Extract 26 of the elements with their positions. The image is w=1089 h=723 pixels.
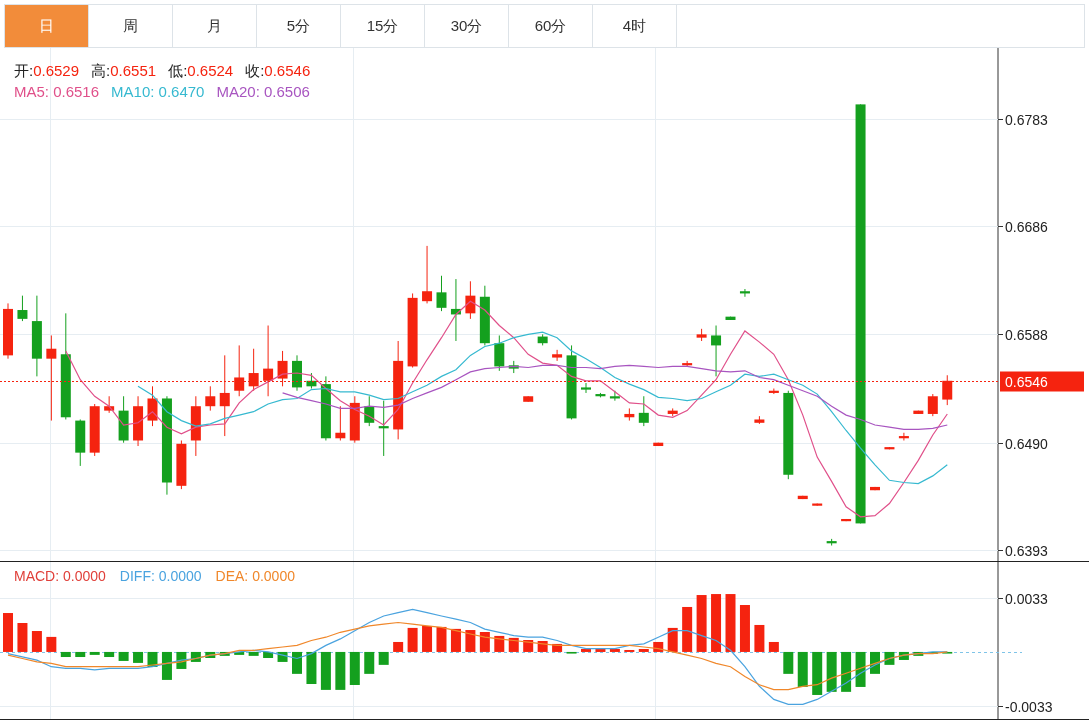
legend-value: : 0.6470	[150, 82, 205, 102]
last-price-tag: 0.6546	[1000, 371, 1084, 392]
legend-value: : 0.6516	[44, 82, 100, 102]
legend-label: 低:	[168, 61, 188, 81]
axis-label: 0.6783	[1005, 111, 1048, 128]
legend-label: MA20	[216, 82, 256, 102]
legend-value: : 0.6506	[255, 82, 310, 102]
axis-label: 0.0033	[1005, 590, 1048, 607]
axis-label: 0.6588	[1005, 326, 1048, 343]
legend-value: 0.6551	[110, 61, 157, 81]
legend-label: 开:	[14, 61, 34, 81]
legend-label: 收:	[245, 61, 265, 81]
legend-value: 0.6524	[187, 61, 234, 81]
legend-value: 0.6529	[33, 61, 80, 81]
legend-label: MA5	[14, 82, 45, 102]
legend-value: : 0.0000	[55, 568, 106, 584]
axis-label: 0.6490	[1005, 435, 1048, 452]
axis-label: 0.6393	[1005, 542, 1048, 559]
legend-label: 高:	[91, 61, 111, 81]
axis-label: 0.6686	[1005, 218, 1048, 235]
legend-value: 0.6546	[264, 61, 311, 81]
legend-value: : 0.0000	[150, 568, 202, 584]
legend-value: : 0.0000	[244, 568, 295, 584]
axis-label: -0.0033	[1005, 698, 1053, 715]
ref-line-label: 0.6546	[1005, 373, 1049, 390]
legend-label: DIFF	[119, 568, 151, 584]
